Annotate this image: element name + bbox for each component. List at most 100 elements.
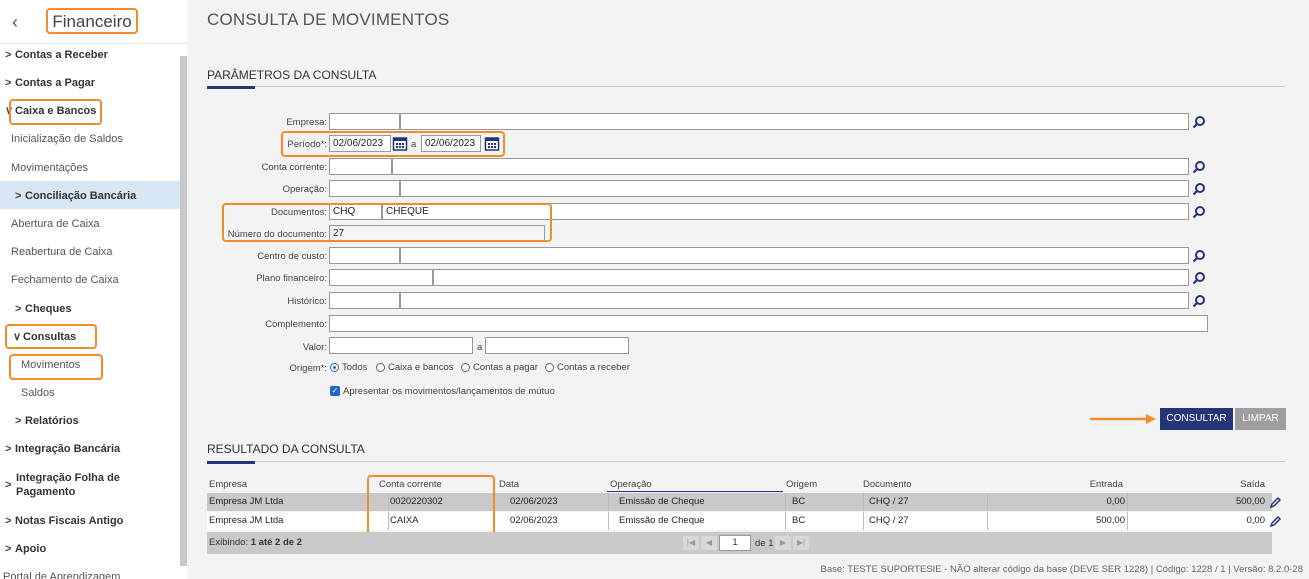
section-divider — [207, 86, 1285, 87]
search-icon[interactable] — [1192, 115, 1206, 129]
centro-custo-code-input[interactable] — [329, 247, 400, 264]
col-header-documento[interactable]: Documento — [863, 479, 912, 490]
edit-pencil-icon[interactable] — [1269, 515, 1282, 528]
cell-saida: 0,00 — [1246, 515, 1266, 526]
exibindo-prefix: Exibindo: — [209, 537, 251, 548]
cell-divider — [987, 493, 988, 511]
cell-documento: CHQ / 27 — [869, 515, 909, 526]
operacao-desc-input[interactable] — [400, 180, 1189, 197]
conta-corrente-code-input[interactable] — [329, 158, 392, 175]
sidebar-item-cheques[interactable]: > Cheques — [15, 302, 187, 316]
pagination-bar: Exibindo: 1 até 2 de 2 |◀ ◀ 1 de 1 ▶ ▶| — [207, 532, 1272, 554]
first-page-icon[interactable]: |◀ — [683, 536, 699, 550]
highlight-outline — [9, 99, 102, 125]
plano-financeiro-code-input[interactable] — [329, 269, 433, 286]
exibindo-text: Exibindo: 1 até 2 de 2 — [209, 537, 302, 548]
cell-entrada: 500,00 — [1095, 515, 1125, 526]
historico-code-input[interactable] — [329, 292, 400, 309]
cell-operacao: Emissão de Cheque — [619, 496, 705, 507]
chevron-right-icon: > — [5, 77, 12, 89]
valor-max-input[interactable] — [485, 337, 629, 354]
col-header-empresa[interactable]: Empresa — [209, 479, 247, 490]
sidebar-item-contas-pagar[interactable]: > Contas a Pagar — [5, 76, 185, 90]
cell-divider — [1127, 493, 1128, 511]
prev-page-icon[interactable]: ◀ — [701, 536, 717, 550]
col-header-saida[interactable]: Saída — [1207, 479, 1265, 490]
col-header-operacao[interactable]: Operação — [610, 479, 652, 490]
cell-divider — [1127, 512, 1128, 530]
cell-divider — [785, 493, 786, 511]
origem-todos-label: Todos — [342, 362, 368, 373]
sidebar-item-portal[interactable]: Portal de Aprendizagem — [3, 570, 183, 579]
origem-receber-radio[interactable] — [545, 363, 554, 372]
sidebar-item-label: Integração Bancária — [15, 443, 121, 455]
plano-financeiro-desc-input[interactable] — [433, 269, 1189, 286]
consultar-button[interactable]: CONSULTAR — [1160, 408, 1233, 430]
sidebar-item-label: Reabertura de Caixa — [11, 246, 113, 258]
complemento-input[interactable] — [329, 315, 1208, 332]
search-icon[interactable] — [1192, 205, 1206, 219]
mutuo-checkbox[interactable]: ✓ — [330, 386, 340, 396]
search-icon[interactable] — [1192, 271, 1206, 285]
highlight-outline — [367, 475, 495, 539]
sidebar-item-inicializacao-saldos[interactable]: Inicialização de Saldos — [11, 132, 187, 146]
sidebar-item-notas-fiscais[interactable]: > Notas Fiscais Antigo — [5, 514, 185, 528]
sidebar-item-contas-receber[interactable]: > Contas a Receber — [5, 48, 185, 62]
search-icon[interactable] — [1192, 182, 1206, 196]
sidebar: ‹ Financeiro > Contas a Receber > Contas a… — [0, 0, 187, 579]
sidebar-item-label: Apoio — [15, 543, 47, 555]
sidebar-item-label: Contas a Receber — [15, 49, 108, 61]
search-icon[interactable] — [1192, 294, 1206, 308]
sidebar-item-label: Conciliação Bancária — [25, 190, 137, 202]
edit-pencil-icon[interactable] — [1269, 496, 1282, 509]
empresa-code-input[interactable] — [329, 113, 400, 130]
search-icon[interactable] — [1192, 160, 1206, 174]
sidebar-item-saldos[interactable]: Saldos — [21, 386, 187, 400]
page-number-input[interactable]: 1 — [719, 535, 751, 551]
sidebar-item-movimentacoes[interactable]: Movimentações — [11, 161, 187, 175]
origem-caixa-radio[interactable] — [376, 363, 385, 372]
conta-corrente-desc-input[interactable] — [392, 158, 1189, 175]
col-header-origem[interactable]: Origem — [786, 479, 817, 490]
back-arrow-icon[interactable]: ‹ — [6, 12, 24, 32]
highlight-outline — [9, 354, 103, 380]
next-page-icon[interactable]: ▶ — [775, 536, 791, 550]
sidebar-item-integracao-bancaria[interactable]: > Integração Bancária — [5, 442, 185, 456]
sidebar-item-label: Portal de Aprendizagem — [3, 571, 121, 579]
sidebar-item-label: Inicialização de Saldos — [11, 133, 123, 145]
operacao-code-input[interactable] — [329, 180, 400, 197]
mutuo-label: Apresentar os movimentos/lançamentos de … — [343, 386, 555, 397]
valor-min-input[interactable] — [329, 337, 473, 354]
cell-empresa: Empresa JM Ltda — [209, 496, 284, 507]
last-page-icon[interactable]: ▶| — [793, 536, 809, 550]
sidebar-item-fechamento-caixa[interactable]: Fechamento de Caixa — [11, 273, 187, 287]
empresa-label: Empresa: — [286, 117, 327, 128]
cell-divider — [863, 512, 864, 530]
empresa-desc-input[interactable] — [400, 113, 1189, 130]
search-icon[interactable] — [1192, 249, 1206, 263]
chevron-right-icon: > — [15, 190, 22, 202]
origem-todos-radio[interactable] — [330, 363, 339, 372]
sort-indicator — [607, 491, 783, 492]
sidebar-item-label: Saldos — [21, 387, 55, 399]
status-footer: Base: TESTE SUPORTESIE - NÃO alterar cód… — [820, 564, 1303, 575]
highlight-outline — [222, 203, 552, 242]
sidebar-scrollbar[interactable] — [180, 56, 187, 566]
sidebar-item-abertura-caixa[interactable]: Abertura de Caixa — [11, 217, 187, 231]
sidebar-item-integracao-folha[interactable]: > Integração Folha de Pagamento — [5, 471, 185, 499]
section-accent — [207, 461, 255, 464]
col-header-entrada[interactable]: Entrada — [1067, 479, 1123, 490]
sidebar-item-conciliacao-bancaria[interactable]: > Conciliação Bancária — [0, 181, 180, 209]
sidebar-header: ‹ Financeiro — [0, 0, 187, 44]
historico-desc-input[interactable] — [400, 292, 1189, 309]
sidebar-item-reabertura-caixa[interactable]: Reabertura de Caixa — [11, 245, 187, 259]
cell-divider — [608, 493, 609, 511]
sidebar-item-apoio[interactable]: > Apoio — [5, 542, 185, 556]
sidebar-item-label: Relatórios — [25, 415, 79, 427]
origem-pagar-radio[interactable] — [461, 363, 470, 372]
sidebar-item-relatorios[interactable]: > Relatórios — [15, 414, 187, 428]
conta-corrente-label: Conta corrente: — [261, 162, 327, 173]
limpar-button[interactable]: LIMPAR — [1235, 408, 1286, 430]
col-header-data[interactable]: Data — [499, 479, 519, 490]
centro-custo-desc-input[interactable] — [400, 247, 1189, 264]
